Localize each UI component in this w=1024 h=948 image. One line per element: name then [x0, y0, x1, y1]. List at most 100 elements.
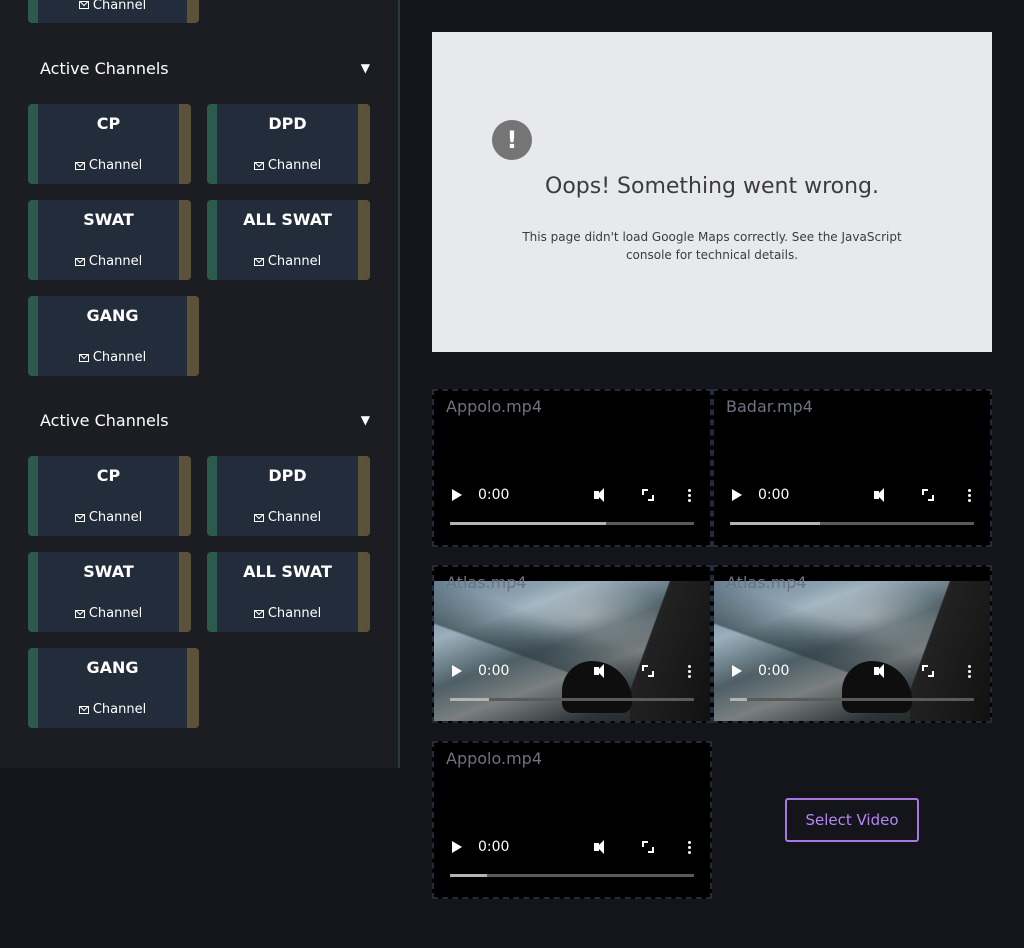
mail-icon — [253, 257, 264, 266]
video-progress-bar[interactable] — [450, 522, 694, 525]
channel-label: Channel — [38, 702, 187, 717]
channel-name: GANG — [86, 658, 139, 677]
channel-label: Channel — [38, 606, 179, 621]
fullscreen-icon[interactable] — [642, 841, 654, 853]
channel-name: ALL SWAT — [243, 210, 332, 229]
channel-label: Channel — [38, 254, 179, 269]
play-icon[interactable] — [452, 665, 462, 677]
mail-icon — [74, 257, 85, 266]
video-filename: Atlas.mp4 — [446, 573, 527, 592]
channel-label: Channel — [38, 158, 179, 173]
mail-icon — [78, 353, 89, 362]
channel-card-partial[interactable]: Channel — [28, 0, 199, 23]
video-filename: Atlas.mp4 — [726, 573, 807, 592]
video-player[interactable]: Badar.mp4 0:00 — [712, 389, 992, 547]
video-progress-bar[interactable] — [730, 698, 974, 701]
video-player[interactable]: Atlas.mp4 0:00 — [432, 565, 712, 723]
video-player[interactable]: Appolo.mp4 0:00 — [432, 741, 712, 899]
video-controls: 0:00 — [448, 661, 698, 681]
fullscreen-icon[interactable] — [642, 489, 654, 501]
video-time: 0:00 — [478, 839, 510, 855]
channel-card-cp[interactable]: CP Channel — [28, 456, 191, 536]
channel-card-swat[interactable]: SWAT Channel — [28, 200, 191, 280]
fullscreen-icon[interactable] — [642, 665, 654, 677]
play-icon[interactable] — [452, 489, 462, 501]
section-header[interactable]: Active Channels ▼ — [40, 56, 370, 80]
channel-name: SWAT — [83, 562, 134, 581]
volume-icon[interactable] — [874, 488, 890, 502]
select-video-button[interactable]: Select Video — [785, 798, 919, 842]
channel-label: Channel — [217, 510, 358, 525]
mail-icon — [253, 513, 264, 522]
section-title: Active Channels — [40, 410, 169, 430]
mail-icon — [253, 609, 264, 618]
video-controls: 0:00 — [448, 837, 698, 857]
map-error-title: Oops! Something went wrong. — [545, 174, 879, 199]
mail-icon — [78, 705, 89, 714]
channel-card-gang[interactable]: GANG Channel — [28, 296, 199, 376]
channel-label: Channel — [217, 606, 358, 621]
play-icon[interactable] — [452, 841, 462, 853]
channel-name: GANG — [86, 306, 139, 325]
mail-icon — [74, 513, 85, 522]
video-controls: 0:00 — [728, 661, 978, 681]
video-player[interactable]: Atlas.mp4 0:00 — [712, 565, 992, 723]
video-filename: Appolo.mp4 — [446, 397, 543, 416]
channel-card-cp[interactable]: CP Channel — [28, 104, 191, 184]
play-icon[interactable] — [732, 665, 742, 677]
video-progress-bar[interactable] — [730, 522, 974, 525]
map-panel: ! Oops! Something went wrong. This page … — [432, 32, 992, 352]
mail-icon — [253, 161, 264, 170]
play-icon[interactable] — [732, 489, 742, 501]
volume-icon[interactable] — [594, 664, 610, 678]
channel-card-gang[interactable]: GANG Channel — [28, 648, 199, 728]
section-header[interactable]: Active Channels ▼ — [40, 408, 370, 432]
fullscreen-icon[interactable] — [922, 665, 934, 677]
volume-icon[interactable] — [594, 840, 610, 854]
section-title: Active Channels — [40, 58, 169, 78]
mail-icon — [74, 609, 85, 618]
channel-name: CP — [96, 114, 121, 133]
channel-name: DPD — [268, 466, 307, 485]
more-options-icon[interactable] — [688, 664, 692, 678]
video-time: 0:00 — [478, 663, 510, 679]
caret-down-icon[interactable]: ▼ — [361, 413, 370, 427]
sidebar: Channel Active Channels ▼ CP Channel DPD… — [0, 0, 400, 768]
mail-icon — [74, 161, 85, 170]
volume-icon[interactable] — [874, 664, 890, 678]
video-controls: 0:00 — [448, 485, 698, 505]
video-player[interactable]: Appolo.mp4 0:00 — [432, 389, 712, 547]
map-error-detail: This page didn't load Google Maps correc… — [522, 230, 902, 262]
more-options-icon[interactable] — [688, 488, 692, 502]
warning-icon: ! — [492, 120, 532, 160]
fullscreen-icon[interactable] — [922, 489, 934, 501]
channel-name: ALL SWAT — [243, 562, 332, 581]
video-progress-bar[interactable] — [450, 874, 694, 877]
channel-label: Channel — [217, 254, 358, 269]
more-options-icon[interactable] — [968, 488, 972, 502]
channel-label: Channel — [217, 158, 358, 173]
more-options-icon[interactable] — [968, 664, 972, 678]
video-time: 0:00 — [758, 663, 790, 679]
channel-card-all-swat[interactable]: ALL SWAT Channel — [207, 552, 370, 632]
video-controls: 0:00 — [728, 485, 978, 505]
video-filename: Badar.mp4 — [726, 397, 813, 416]
channel-label: Channel — [38, 510, 179, 525]
channel-name: SWAT — [83, 210, 134, 229]
channel-card-dpd[interactable]: DPD Channel — [207, 456, 370, 536]
volume-icon[interactable] — [594, 488, 610, 502]
channel-card-swat[interactable]: SWAT Channel — [28, 552, 191, 632]
video-progress-bar[interactable] — [450, 698, 694, 701]
channel-label: Channel — [38, 0, 187, 13]
channel-name: DPD — [268, 114, 307, 133]
video-time: 0:00 — [478, 487, 510, 503]
more-options-icon[interactable] — [688, 840, 692, 854]
video-time: 0:00 — [758, 487, 790, 503]
channel-name: CP — [96, 466, 121, 485]
channel-card-dpd[interactable]: DPD Channel — [207, 104, 370, 184]
caret-down-icon[interactable]: ▼ — [361, 61, 370, 75]
channel-card-all-swat[interactable]: ALL SWAT Channel — [207, 200, 370, 280]
channel-label: Channel — [38, 350, 187, 365]
video-filename: Appolo.mp4 — [446, 749, 543, 768]
mail-icon — [78, 1, 89, 9]
